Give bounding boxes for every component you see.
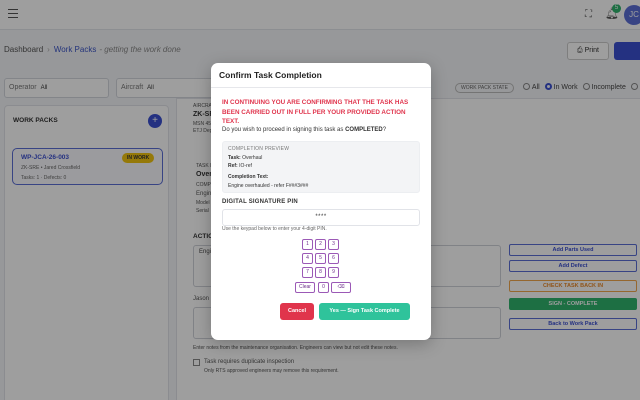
preview-completion-label-text: Completion Text: — [228, 174, 269, 180]
completion-preview: COMPLETION PREVIEW Task: Overhaul Ref: I… — [222, 141, 420, 193]
preview-task: Task: Overhaul — [228, 155, 262, 161]
confirm-question: Do you wish to proceed in signing this t… — [222, 127, 386, 133]
cancel-button[interactable]: Cancel — [280, 303, 314, 320]
pin-label: DIGITAL SIGNATURE PIN — [222, 199, 298, 205]
preview-completion-label: Completion Text: — [228, 174, 268, 180]
preview-heading: COMPLETION PREVIEW — [228, 146, 290, 152]
preview-ref-value: IO-ref — [239, 163, 252, 169]
dialog-title: Confirm Task Completion — [219, 70, 322, 80]
preview-task-value: Overhaul — [242, 155, 263, 161]
keypad-8[interactable]: 8 — [315, 267, 326, 278]
keypad-2[interactable]: 2 — [315, 239, 326, 250]
backspace-icon[interactable]: ⌫ — [331, 282, 351, 293]
question-prefix: Do you wish to proceed in signing this t… — [222, 127, 344, 133]
keypad-5[interactable]: 5 — [315, 253, 326, 264]
preview-ref-label: Ref: — [228, 163, 238, 169]
keypad-6[interactable]: 6 — [328, 253, 339, 264]
keypad-4[interactable]: 4 — [302, 253, 313, 264]
preview-ref: Ref: IO-ref — [228, 163, 252, 169]
preview-task-label: Task: — [228, 155, 241, 161]
warning-text: IN CONTINUING YOU ARE CONFIRMING THAT TH… — [222, 99, 409, 125]
sign-task-complete-button[interactable]: Yes — Sign Task Complete — [319, 303, 410, 320]
preview-completion-value: Engine overhauled - refer F###3### — [228, 183, 309, 189]
question-suffix: ? — [382, 127, 387, 133]
confirm-task-completion-dialog: Confirm Task Completion IN CONTINUING YO… — [211, 63, 431, 340]
keypad-3[interactable]: 3 — [328, 239, 339, 250]
dialog-divider — [211, 87, 431, 88]
keypad-7[interactable]: 7 — [302, 267, 313, 278]
pin-field[interactable]: **** — [222, 209, 420, 226]
keypad-1[interactable]: 1 — [302, 239, 313, 250]
pin-hint: Use the keypad below to enter your 4-dig… — [222, 226, 327, 232]
keypad-0[interactable]: 0 — [318, 282, 329, 293]
keypad-9[interactable]: 9 — [328, 267, 339, 278]
question-status: COMPLETED — [345, 127, 383, 133]
keypad-clear-button[interactable]: Clear — [295, 282, 315, 293]
